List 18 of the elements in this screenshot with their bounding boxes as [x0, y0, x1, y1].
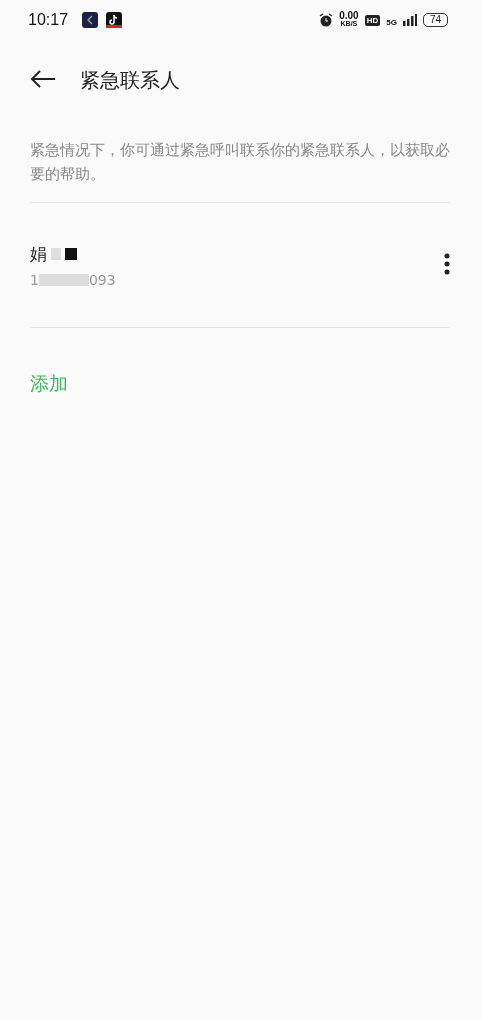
signal-icon [402, 14, 417, 26]
redaction-mark [38, 273, 89, 286]
app-icon [82, 12, 99, 28]
hd-label: HD [364, 14, 381, 26]
redaction-mark [65, 248, 77, 260]
alarm-clock-icon [319, 13, 334, 27]
network-speed-value: 0.00 [339, 12, 359, 20]
description-text: 紧急情况下，你可通过紧急呼叫联系你的紧急联系人，以获取必要的帮助。 [30, 141, 450, 184]
contact-name: 娟 [30, 242, 47, 266]
add-contact-link[interactable]: 添加 [30, 371, 68, 397]
page-title: 紧急联系人 [80, 66, 180, 94]
phone-number-end: 093 [88, 271, 116, 288]
clock: 10:17 [28, 11, 69, 29]
battery-indicator: 74 [422, 13, 448, 27]
network-type: 5G [386, 18, 397, 27]
redaction-mark [51, 248, 61, 260]
phone-number-start: 1 [30, 271, 39, 288]
app-icon [106, 12, 123, 28]
